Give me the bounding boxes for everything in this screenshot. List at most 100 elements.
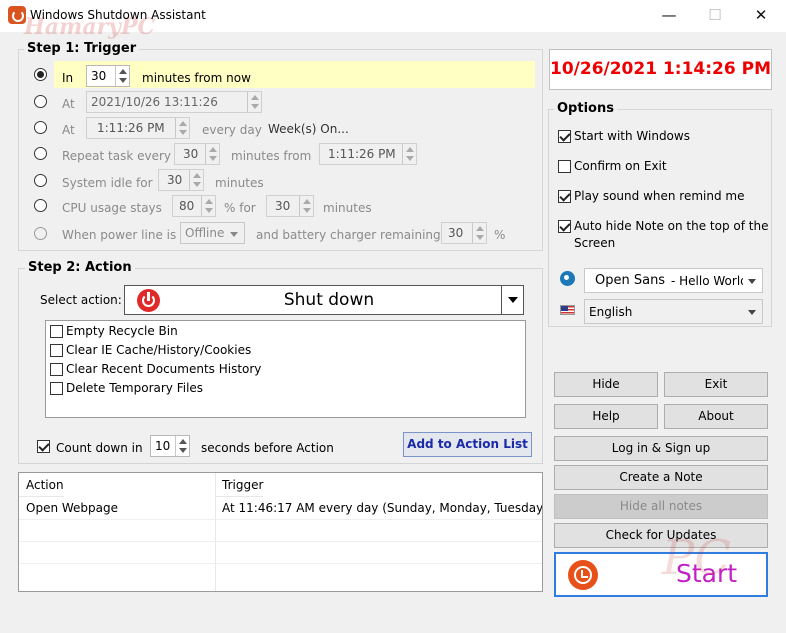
cpu-percent-value: 80: [179, 199, 195, 213]
window-title: Windows Shutdown Assistant: [30, 8, 206, 22]
spinner-arrows-icon[interactable]: [115, 66, 129, 86]
repeat-minutes-value: 30: [183, 147, 199, 161]
minutes-from-now-value: 30: [91, 69, 107, 83]
daily-time-picker[interactable]: 1:11:26 PM: [86, 117, 190, 139]
cpu-minutes-value: 30: [275, 199, 291, 213]
minutes-from-now-label: minutes from now: [142, 71, 251, 85]
dropdown-arrow-icon[interactable]: [501, 286, 523, 314]
help-button[interactable]: Help: [554, 404, 658, 429]
column-header-action[interactable]: Action: [19, 473, 64, 497]
login-signup-button[interactable]: Log in & Sign up: [554, 436, 768, 461]
countdown-seconds-value: 10: [155, 439, 171, 453]
font-dropdown[interactable]: Open Sans - Hello World: [584, 268, 763, 293]
alarm-clock-icon: [568, 560, 598, 590]
font-icon: [560, 271, 575, 286]
table-row-line: [19, 519, 542, 520]
hide-button[interactable]: Hide: [554, 372, 658, 397]
column-header-trigger[interactable]: Trigger: [215, 473, 264, 497]
step1-title: Step 1: Trigger: [24, 41, 140, 56]
repeat-start-arrows-icon[interactable]: [402, 144, 416, 164]
trigger-at-datetime-radio[interactable]: [34, 95, 47, 108]
check-updates-button[interactable]: Check for Updates: [554, 523, 768, 548]
play-sound-checkbox[interactable]: [558, 190, 571, 203]
exit-button[interactable]: Exit: [664, 372, 768, 397]
close-button[interactable]: ✕: [738, 0, 784, 32]
repeat-start-time-value: 1:11:26 PM: [328, 147, 396, 161]
idle-minutes-label: minutes: [215, 176, 264, 190]
table-row-line: [19, 563, 542, 564]
start-label: Start: [676, 559, 738, 588]
row-trigger-cell[interactable]: At 11:46:17 AM every day (Sunday, Monday…: [215, 497, 542, 519]
delete-temp-files-checkbox[interactable]: [50, 382, 63, 395]
clear-recent-docs-checkbox[interactable]: [50, 363, 63, 376]
language-value: English: [589, 305, 633, 319]
power-state-value: Offline: [185, 226, 225, 240]
chevron-down-icon: [748, 310, 756, 315]
clear-ie-cache-checkbox[interactable]: [50, 344, 63, 357]
battery-percent-spinner[interactable]: 30: [441, 222, 487, 244]
us-flag-icon: [560, 305, 575, 315]
power-state-dropdown[interactable]: Offline: [180, 222, 245, 244]
cpu-minutes-spinner[interactable]: 30: [266, 195, 314, 217]
daily-time-arrows-icon[interactable]: [175, 118, 189, 138]
battery-label: and battery charger remaining: [256, 228, 441, 242]
cpu-minutes-label: minutes: [323, 201, 372, 215]
datetime-picker[interactable]: 2021/10/26 13:11:26: [86, 91, 262, 113]
countdown-label: Count down in: [56, 441, 143, 455]
trigger-repeat-radio[interactable]: [34, 147, 47, 160]
weeks-on-link[interactable]: Week(s) On...: [268, 122, 349, 136]
battery-arrows-icon[interactable]: [472, 223, 486, 243]
countdown-checkbox[interactable]: [37, 440, 50, 453]
play-sound-label: Play sound when remind me: [574, 189, 745, 203]
trigger-at-label: At: [62, 97, 75, 111]
hide-all-notes-button: Hide all notes: [554, 494, 768, 519]
trigger-in-radio[interactable]: [34, 68, 47, 81]
minutes-from-now-spinner[interactable]: 30: [86, 65, 130, 87]
idle-label: System idle for: [62, 176, 153, 190]
language-dropdown[interactable]: English: [584, 299, 763, 324]
daily-time-value: 1:11:26 PM: [97, 121, 165, 135]
about-button[interactable]: About: [664, 404, 768, 429]
step2-title: Step 2: Action: [25, 260, 135, 275]
auto-hide-note-label-line2: Screen: [574, 236, 616, 250]
create-note-button[interactable]: Create a Note: [554, 465, 768, 490]
countdown-seconds-spinner[interactable]: 10: [150, 435, 190, 457]
idle-arrows-icon[interactable]: [189, 170, 203, 190]
datetime-value: 2021/10/26 13:11:26: [91, 95, 218, 109]
auto-hide-note-checkbox[interactable]: [558, 220, 571, 233]
font-name: Open Sans: [595, 273, 666, 288]
cpu-percent-arrows-icon[interactable]: [201, 196, 215, 216]
app-power-icon: [8, 6, 26, 24]
cpu-label: CPU usage stays: [62, 201, 162, 215]
trigger-daily-radio[interactable]: [34, 121, 47, 134]
current-datetime: 10/26/2021 1:14:26 PM: [549, 49, 772, 90]
repeat-start-time-picker[interactable]: 1:11:26 PM: [319, 143, 417, 165]
confirm-exit-checkbox[interactable]: [558, 160, 571, 173]
minimize-button[interactable]: —: [646, 0, 692, 32]
repeat-minutes-spinner[interactable]: 30: [174, 143, 220, 165]
auto-hide-note-label: Auto hide Note on the top of the: [574, 219, 769, 233]
repeat-arrows-icon[interactable]: [205, 144, 219, 164]
start-with-windows-checkbox[interactable]: [558, 130, 571, 143]
empty-recycle-bin-checkbox[interactable]: [50, 325, 63, 338]
cpu-percent-spinner[interactable]: 80: [172, 195, 216, 217]
minutes-from-label: minutes from: [231, 149, 312, 163]
delete-temp-files-label: Delete Temporary Files: [66, 381, 204, 395]
add-to-action-list-button[interactable]: Add to Action List: [403, 432, 532, 457]
start-button[interactable]: Start: [554, 552, 768, 597]
select-action-label: Select action:: [40, 293, 122, 307]
table-row-line: [19, 541, 542, 542]
repeat-label: Repeat task every: [62, 149, 172, 163]
chevron-down-icon: [748, 279, 756, 284]
chevron-down-icon: [230, 232, 238, 237]
row-action-cell[interactable]: Open Webpage: [19, 497, 215, 519]
trigger-power-radio[interactable]: [34, 227, 47, 240]
trigger-idle-radio[interactable]: [34, 174, 47, 187]
datetime-arrows-icon[interactable]: [247, 92, 261, 112]
cpu-minutes-arrows-icon[interactable]: [299, 196, 313, 216]
trigger-cpu-radio[interactable]: [34, 199, 47, 212]
idle-minutes-spinner[interactable]: 30: [158, 169, 204, 191]
countdown-arrows-icon[interactable]: [175, 436, 189, 456]
cpu-pct-for-label: % for: [224, 201, 256, 215]
action-dropdown[interactable]: Shut down: [124, 285, 524, 315]
